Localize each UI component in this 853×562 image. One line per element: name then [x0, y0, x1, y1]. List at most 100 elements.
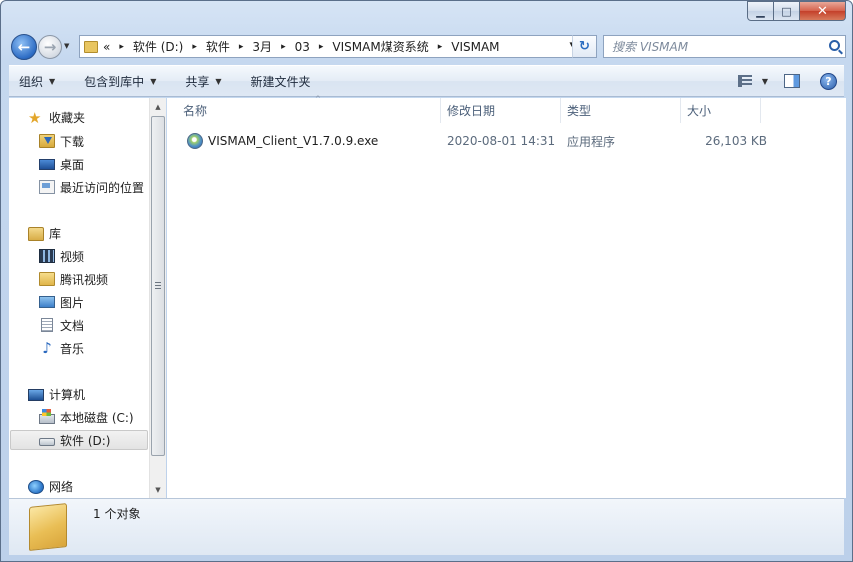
address-bar[interactable]: « ▸ 软件 (D:) ▸ 软件 ▸ 3月 ▸ 03 ▸ VISMAM煤资系统 … [79, 35, 597, 58]
sidebar-group-network[interactable]: 网络 [28, 478, 73, 495]
breadcrumb-item[interactable]: 3月 [252, 38, 272, 55]
include-in-library-menu[interactable]: 包含到库中 ▼ [84, 73, 156, 90]
share-label: 共享 [185, 74, 210, 89]
sidebar-item-label: 最近访问的位置 [60, 180, 145, 195]
music-icon: ♪ [42, 339, 52, 357]
exe-app-icon [187, 133, 203, 149]
new-folder-label: 新建文件夹 [250, 74, 311, 89]
sidebar-group-favorites[interactable]: ★ 收藏夹 [28, 109, 85, 126]
overflow-chevron-icon[interactable]: « [103, 40, 110, 54]
preview-pane-icon[interactable] [784, 74, 800, 88]
sidebar-item-videos[interactable]: 视频 [39, 246, 84, 266]
computer-icon [28, 388, 44, 401]
sidebar-item-label: 视频 [60, 249, 85, 264]
star-icon: ★ [28, 108, 42, 127]
chevron-down-icon: ▼ [150, 76, 157, 86]
breadcrumb-item[interactable]: 软件 (D:) [133, 38, 183, 55]
sidebar-item-music[interactable]: ♪ 音乐 [39, 338, 84, 358]
refresh-button[interactable]: ↻ [572, 35, 597, 58]
share-menu[interactable]: 共享 ▼ [185, 73, 221, 90]
sidebar-group-libraries[interactable]: 库 [28, 225, 61, 242]
scroll-up-icon[interactable]: ▲ [150, 98, 166, 115]
scrollbar-thumb[interactable] [151, 116, 165, 456]
folder-icon [29, 503, 67, 551]
explorer-window: ▁ □ ✕ ← → ▼ « ▸ 软件 (D:) ▸ 软件 ▸ 3月 ▸ 03 ▸… [0, 0, 853, 562]
sidebar-item-drive-c[interactable]: 本地磁盘 (C:) [39, 407, 134, 427]
sidebar-item-documents[interactable]: 文档 [39, 315, 84, 335]
column-header-size[interactable]: 大小 [681, 98, 761, 123]
sidebar-item-desktop[interactable]: 桌面 [39, 154, 84, 174]
chevron-down-icon: ▼ [49, 76, 56, 86]
breadcrumb: ▸ 软件 (D:) ▸ 软件 ▸ 3月 ▸ 03 ▸ VISMAM煤资系统 ▸ … [110, 38, 499, 55]
recent-pages-dropdown[interactable]: ▼ [64, 42, 69, 50]
breadcrumb-separator[interactable]: ▸ [192, 42, 197, 52]
sidebar-item-pictures[interactable]: 图片 [39, 292, 84, 312]
breadcrumb-separator[interactable]: ▸ [438, 42, 443, 52]
back-button[interactable]: ← [11, 34, 37, 60]
sidebar-item-label: 文档 [60, 318, 85, 333]
download-folder-icon [39, 134, 55, 148]
table-row[interactable]: VISMAM_Client_V1.7.0.9.exe 2020-08-01 14… [181, 130, 767, 152]
video-library-icon [39, 249, 55, 263]
search-icon[interactable] [829, 40, 840, 51]
column-header-label: 类型 [567, 104, 592, 118]
breadcrumb-separator[interactable]: ▸ [119, 42, 124, 52]
sidebar-item-label: 桌面 [60, 157, 85, 172]
sidebar-item-label: 图片 [60, 295, 85, 310]
search-input[interactable]: 搜索 VISMAM [603, 35, 846, 58]
folder-icon [39, 272, 55, 286]
sidebar-item-label: 本地磁盘 (C:) [60, 410, 134, 425]
column-headers: 名称 ^ 修改日期 类型 大小 [167, 95, 846, 123]
breadcrumb-item[interactable]: 软件 [206, 38, 230, 55]
navigation-bar: ← → ▼ « ▸ 软件 (D:) ▸ 软件 ▸ 3月 ▸ 03 ▸ VISMA… [9, 33, 846, 61]
close-button[interactable]: ✕ [800, 1, 846, 21]
file-type-cell: 应用程序 [567, 134, 616, 149]
maximize-button[interactable]: □ [774, 1, 800, 21]
sidebar-group-label: 计算机 [49, 388, 86, 402]
breadcrumb-separator[interactable]: ▸ [281, 42, 286, 52]
sidebar-item-downloads[interactable]: 下载 [39, 131, 84, 151]
minimize-button[interactable]: ▁ [747, 1, 774, 21]
view-options-chevron-icon[interactable]: ▼ [762, 77, 768, 86]
file-modified-cell: 2020-08-01 14:31 [447, 134, 556, 148]
sidebar-scrollbar[interactable]: ▲ ▼ [149, 98, 166, 498]
sidebar-item-tencent-video[interactable]: 腾讯视频 [39, 269, 108, 289]
details-pane: 1 个对象 [9, 498, 844, 555]
sidebar-item-drive-d[interactable]: 软件 (D:) [10, 430, 148, 450]
library-icon [28, 226, 44, 241]
forward-button[interactable]: → [38, 35, 62, 59]
breadcrumb-item[interactable]: 03 [295, 40, 310, 54]
breadcrumb-overflow[interactable]: « [103, 40, 110, 54]
help-icon[interactable]: ? [820, 72, 837, 90]
organize-menu[interactable]: 组织 ▼ [19, 73, 55, 90]
documents-icon [41, 318, 53, 332]
breadcrumb-separator[interactable]: ▸ [239, 42, 244, 52]
sidebar-item-recent-places[interactable]: 最近访问的位置 [39, 177, 144, 197]
recent-places-icon [39, 180, 55, 194]
breadcrumb-separator[interactable]: ▸ [319, 42, 324, 52]
view-controls: ▼ ? [737, 66, 844, 96]
grip-icon [155, 282, 161, 289]
file-size-cell: 26,103 KB [705, 134, 767, 148]
file-list-pane: 名称 ^ 修改日期 类型 大小 VISMAM_Client_V1.7.0.9.e… [167, 95, 846, 498]
search-placeholder: 搜索 VISMAM [612, 40, 689, 54]
new-folder-button[interactable]: 新建文件夹 [251, 73, 311, 90]
folder-icon [84, 40, 98, 53]
include-in-library-label: 包含到库中 [84, 74, 145, 89]
column-header-name[interactable]: 名称 ^ [177, 95, 441, 123]
command-bar: 组织 ▼ 包含到库中 ▼ 共享 ▼ 新建文件夹 ▼ ? [9, 65, 844, 97]
breadcrumb-item[interactable]: VISMAM煤资系统 [332, 38, 428, 55]
chevron-down-icon: ▼ [215, 76, 222, 86]
organize-label: 组织 [19, 74, 44, 89]
scroll-down-icon[interactable]: ▼ [150, 481, 166, 498]
sidebar-group-computer[interactable]: 计算机 [28, 386, 85, 403]
file-name: VISMAM_Client_V1.7.0.9.exe [208, 134, 379, 148]
sort-ascending-icon: ^ [315, 95, 321, 103]
file-name-cell[interactable]: VISMAM_Client_V1.7.0.9.exe [187, 130, 378, 152]
column-header-label: 修改日期 [447, 104, 496, 118]
column-header-type[interactable]: 类型 [561, 98, 681, 123]
change-view-icon[interactable] [737, 75, 752, 87]
breadcrumb-item[interactable]: VISMAM [451, 40, 499, 54]
column-header-label: 名称 [183, 104, 208, 118]
column-header-modified[interactable]: 修改日期 [441, 98, 561, 123]
